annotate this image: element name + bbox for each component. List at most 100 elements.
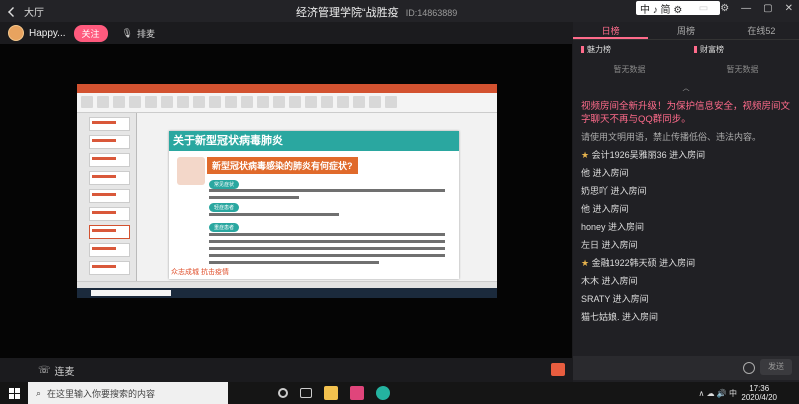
tab-daily[interactable]: 日榜 — [573, 22, 649, 39]
tab-online[interactable]: 在线52 — [724, 22, 799, 39]
ime-toolbar-text: 中 ♪ 简 ⚙ — [640, 4, 683, 16]
chat-enter-message: 奶思吖 进入房间 — [581, 185, 795, 198]
host-avatar[interactable] — [8, 25, 24, 41]
chat-rule-message: 请使用文明用语，禁止传播低俗、违法内容。 — [581, 131, 795, 144]
settings-button[interactable]: ⚙ — [720, 3, 729, 14]
back-to-lobby-button[interactable]: 大厅 — [8, 4, 44, 19]
host-name: Happy... — [29, 27, 66, 39]
close-button[interactable]: ✕ — [785, 3, 793, 14]
chat-message-text: 请使用文明用语，禁止传播低俗、违法内容。 — [581, 132, 762, 142]
title-bar: 大厅 经济管理学院“战胜疫 ID:14863889 中 ♪ 简 ⚙ ▭ ⚙ — … — [0, 0, 799, 22]
slide-thumbnail — [89, 117, 130, 131]
shared-taskbar — [77, 288, 497, 298]
mic-icon: 🎙 — [121, 27, 133, 38]
chat-enter-message: 左日 进入房间 — [581, 239, 795, 252]
powerpoint-ribbon-tabs — [77, 84, 497, 93]
rank-boards: 魅力榜 暂无数据 财富榜 暂无数据 — [573, 40, 799, 86]
send-button[interactable]: 发送 — [760, 359, 792, 375]
chat-message-text: 左日 进入房间 — [581, 240, 638, 250]
rank-empty: 暂无数据 — [726, 65, 759, 74]
slide-question: 新型冠状病毒感染的肺炎有何症状? — [207, 157, 358, 174]
back-arrow-icon — [8, 6, 18, 17]
slide-tag: 轻症患者 — [209, 203, 240, 212]
emoji-icon[interactable] — [743, 362, 755, 374]
cortana-icon[interactable] — [278, 388, 288, 398]
chat-message-text: 猫七姑娘. 进入房间 — [581, 312, 659, 322]
search-icon: ⌕ — [36, 387, 42, 398]
slide-footer: 众志成城 抗击疫情 — [171, 269, 229, 276]
slide-text-line — [209, 261, 379, 264]
powerpoint-status-bar — [77, 281, 497, 288]
slide-tag: 常见症状 — [209, 180, 240, 189]
right-panel: 日榜 周榜 在线52 魅力榜 暂无数据 财富榜 暂无数据 ︿ 视频房间全新升级！… — [573, 22, 799, 382]
wealth-rank: 财富榜 暂无数据 — [686, 40, 799, 86]
live-room-window: 大厅 经济管理学院“战胜疫 ID:14863889 中 ♪ 简 ⚙ ▭ ⚙ — … — [0, 0, 799, 382]
slide-text-line — [209, 196, 299, 199]
chat-message-text: SRATY 进入房间 — [581, 294, 649, 304]
slide-thumbnail — [89, 153, 130, 167]
chat-notice-message: 视频房间全新升级！为保护信息安全，视频房间文字聊天不再与QQ群同步。 — [581, 100, 795, 126]
chat-message-text: 他 进入房间 — [581, 168, 629, 178]
minimize-button[interactable]: — — [741, 3, 751, 14]
slide-thumbnail-selected — [89, 225, 130, 239]
taskbar-clock[interactable]: 17:36 2020/4/20 — [741, 384, 777, 402]
slide-text-line — [209, 233, 445, 236]
vip-star-icon: ★ — [581, 150, 592, 160]
windows-taskbar: ⌕ 在这里输入你要搜索的内容 ∧ ☁ 🔊 中 17:36 2020/4/20 — [0, 382, 799, 404]
room-title-text: 经济管理学院“战胜疫 — [296, 7, 399, 19]
mini-mode-button[interactable]: ▭ — [699, 3, 708, 14]
chat-message-text: honey 进入房间 — [581, 222, 645, 232]
queue-mic-label: 排麦 — [136, 28, 155, 39]
room-title: 经济管理学院“战胜疫 ID:14863889 — [296, 4, 457, 20]
taskbar-search[interactable]: ⌕ 在这里输入你要搜索的内容 — [28, 382, 228, 404]
tab-weekly[interactable]: 周榜 — [648, 22, 723, 39]
queue-mic-button[interactable]: 🎙 排麦 — [122, 27, 155, 40]
chat-message-text: 会计1926吴雅丽36 进入房间 — [591, 150, 706, 160]
chat-enter-message: honey 进入房间 — [581, 221, 795, 234]
gift-icon[interactable] — [551, 363, 565, 376]
start-button[interactable] — [0, 382, 28, 404]
chat-enter-message: 他 进入房间 — [581, 167, 795, 180]
host-info: Happy... 关注 🎙 排麦 — [0, 22, 572, 44]
collapse-chevron-icon[interactable]: ︿ — [573, 85, 799, 94]
back-label: 大厅 — [24, 8, 44, 19]
task-view-icon[interactable] — [300, 388, 312, 398]
connect-mic-button[interactable]: ☏ 连麦 — [38, 363, 75, 378]
video-stream[interactable]: 关于新型冠状病毒肺炎 新型冠状病毒感染的肺炎有何症状? 常见症状 轻症患者 重症… — [0, 44, 572, 358]
rank-empty: 暂无数据 — [613, 65, 646, 74]
file-explorer-icon[interactable] — [324, 386, 338, 400]
slide-thumbnails — [77, 113, 137, 281]
slide-thumbnail — [89, 243, 130, 257]
slide-text-line — [209, 254, 445, 257]
chat-enter-message: ★ 会计1926吴雅丽36 进入房间 — [581, 149, 795, 162]
slide-thumbnail — [89, 207, 130, 221]
chat-enter-message: 他 进入房间 — [581, 203, 795, 216]
room-id: ID:14863889 — [405, 8, 458, 18]
doctor-illustration — [177, 157, 205, 185]
slide-title: 关于新型冠状病毒肺炎 — [169, 131, 459, 151]
live-app-icon[interactable] — [350, 386, 364, 400]
slide-tag: 重症患者 — [209, 223, 240, 232]
current-slide: 关于新型冠状病毒肺炎 新型冠状病毒感染的肺炎有何症状? 常见症状 轻症患者 重症… — [169, 131, 459, 279]
chat-enter-message: ★ 金融1922韩天硕 进入房间 — [581, 257, 795, 270]
slide-thumbnail — [89, 171, 130, 185]
phone-icon: ☏ — [38, 364, 51, 376]
chat-message-text: 奶思吖 进入房间 — [581, 186, 647, 196]
maximize-button[interactable]: ▢ — [763, 3, 772, 14]
chat-enter-message: 猫七姑娘. 进入房间 — [581, 311, 795, 324]
bottom-toolbar: ☏ 连麦 — [0, 358, 572, 382]
chat-enter-message: SRATY 进入房间 — [581, 293, 795, 306]
slide-thumbnail — [89, 189, 130, 203]
browser-icon[interactable] — [376, 386, 390, 400]
rank-label: 魅力榜 — [587, 44, 686, 55]
system-tray[interactable]: ∧ ☁ 🔊 中 — [699, 388, 737, 399]
connect-mic-label: 连麦 — [54, 366, 75, 378]
shared-screen: 关于新型冠状病毒肺炎 新型冠状病毒感染的肺炎有何症状? 常见症状 轻症患者 重症… — [77, 84, 497, 298]
slide-text-line — [209, 213, 339, 216]
chat-message-text: 他 进入房间 — [581, 204, 629, 214]
powerpoint-ribbon — [77, 93, 497, 113]
chat-message-text: 金融1922韩天硕 进入房间 — [591, 258, 696, 268]
follow-button[interactable]: 关注 — [73, 24, 108, 42]
windows-icon — [8, 387, 20, 399]
chat-input-bar[interactable]: 发送 — [573, 356, 799, 380]
